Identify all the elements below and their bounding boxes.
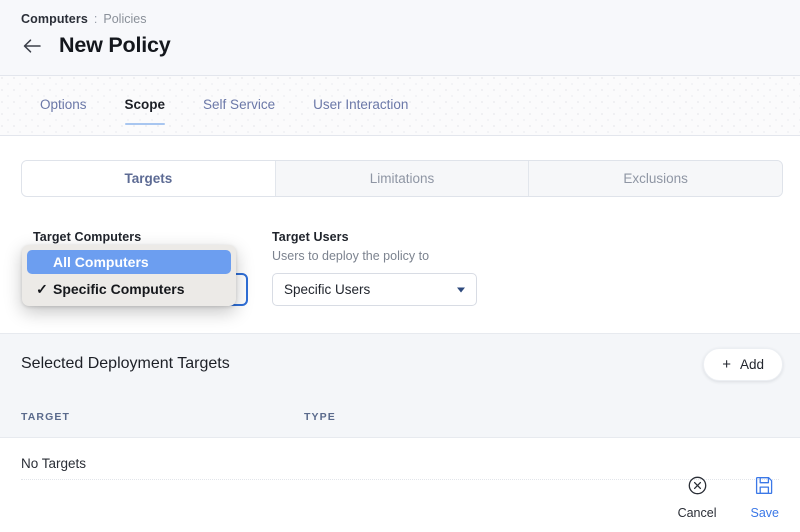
tab-bar: Options Scope Self Service User Interact… (0, 76, 800, 136)
breadcrumb-separator: : (94, 11, 97, 27)
dropdown-option-all-computers[interactable]: All Computers (27, 250, 231, 274)
tab-user-interaction[interactable]: User Interaction (294, 76, 427, 136)
plus-icon: + (722, 357, 731, 372)
policy-editor-screen: Computers : Policies New Policy Options … (0, 0, 800, 532)
checkmark-icon: ✓ (31, 281, 53, 298)
add-target-button[interactable]: + Add (703, 348, 783, 381)
floppy-disk-save-icon (754, 475, 775, 501)
circle-x-icon (687, 475, 708, 501)
segment-limitations[interactable]: Limitations (276, 161, 530, 196)
target-users-select[interactable]: Specific Users (272, 273, 477, 306)
segment-limitations-label: Limitations (370, 171, 435, 186)
target-users-field: Target Users Users to deploy the policy … (272, 230, 477, 306)
row-divider (21, 479, 779, 480)
add-target-button-label: Add (740, 357, 764, 372)
breadcrumb-computers[interactable]: Computers (21, 11, 88, 27)
target-users-label: Target Users (272, 230, 477, 244)
targets-list-area: No Targets Cancel (0, 438, 800, 532)
empty-state-text: No Targets (21, 456, 86, 471)
segment-exclusions[interactable]: Exclusions (529, 161, 782, 196)
segment-exclusions-label: Exclusions (623, 171, 688, 186)
segment-targets[interactable]: Targets (22, 161, 276, 196)
dropdown-option-all-computers-label: All Computers (53, 254, 149, 270)
page-title: New Policy (59, 33, 171, 58)
deployment-targets-section: Selected Deployment Targets + Add TARGET… (0, 333, 800, 438)
tab-self-service-label: Self Service (203, 97, 275, 112)
arrow-left-icon[interactable] (21, 35, 43, 57)
column-header-target: TARGET (21, 411, 70, 423)
save-button-label: Save (751, 506, 780, 520)
tab-scope[interactable]: Scope (106, 76, 185, 136)
chevron-down-icon (457, 287, 465, 292)
scope-segmented-control: Targets Limitations Exclusions (21, 160, 783, 197)
dropdown-option-specific-computers-label: Specific Computers (53, 281, 184, 297)
tab-options-label: Options (40, 97, 87, 112)
target-users-help: Users to deploy the policy to (272, 249, 477, 265)
tab-self-service[interactable]: Self Service (184, 76, 294, 136)
breadcrumb-policies[interactable]: Policies (103, 11, 146, 27)
save-button[interactable]: Save (751, 475, 780, 520)
tab-user-interaction-label: User Interaction (313, 97, 408, 112)
column-header-type: TYPE (304, 411, 336, 423)
page-header: Computers : Policies New Policy (0, 0, 800, 76)
tab-options[interactable]: Options (21, 76, 106, 136)
tab-scope-label: Scope (125, 97, 166, 112)
target-computers-label: Target Computers (33, 230, 248, 244)
breadcrumb: Computers : Policies (21, 11, 146, 27)
dropdown-option-specific-computers[interactable]: ✓ Specific Computers (27, 277, 231, 301)
deployment-targets-title: Selected Deployment Targets (21, 355, 230, 373)
footer-actions: Cancel Save (678, 475, 779, 520)
target-users-value: Specific Users (284, 282, 370, 297)
title-row: New Policy (21, 33, 171, 58)
cancel-button-label: Cancel (678, 506, 717, 520)
segment-targets-label: Targets (124, 171, 172, 186)
cancel-button[interactable]: Cancel (678, 475, 717, 520)
target-computers-dropdown-menu[interactable]: All Computers ✓ Specific Computers (22, 245, 236, 306)
